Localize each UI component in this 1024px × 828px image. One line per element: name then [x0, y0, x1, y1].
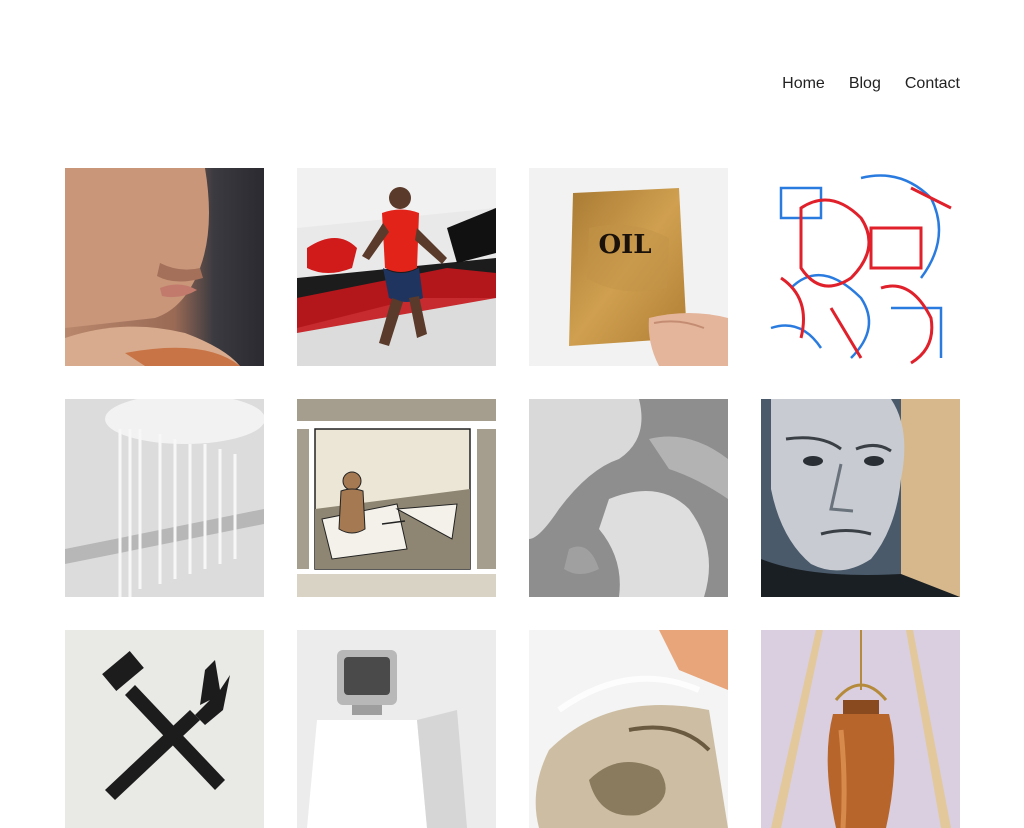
rods-sculpture-thumbnail [65, 399, 264, 597]
line-drawing-thumbnail [761, 168, 960, 366]
oil-title-text: OIL [598, 230, 651, 260]
gallery-tile-plastic-bag[interactable] [529, 630, 728, 828]
comic-panel-thumbnail [297, 399, 496, 597]
oil-booklet-thumbnail: OIL [529, 168, 728, 366]
nav-blog-link[interactable]: Blog [849, 74, 881, 94]
gallery-tile-comic-panel[interactable] [297, 399, 496, 597]
tv-pedestal-thumbnail [297, 630, 496, 828]
gallery-tile-line-drawing[interactable] [761, 168, 960, 366]
gallery-tile-man-portrait[interactable] [761, 399, 960, 597]
gallery-tile-tv-pedestal[interactable] [297, 630, 496, 828]
gallery-tile-copper-lantern[interactable] [761, 630, 960, 828]
gallery-tile-oil-booklet[interactable]: OIL [529, 168, 728, 366]
face-painting-thumbnail [65, 168, 264, 366]
main-nav: Home Blog Contact [782, 74, 960, 94]
nav-contact-link[interactable]: Contact [905, 74, 960, 94]
copper-lantern-thumbnail [761, 630, 960, 828]
gallery-tile-runner-mural[interactable] [297, 168, 496, 366]
gallery-tile-face-painting[interactable] [65, 168, 264, 366]
crossed-tools-thumbnail [65, 630, 264, 828]
man-portrait-thumbnail [761, 399, 960, 597]
runner-mural-thumbnail [297, 168, 496, 366]
nav-home-link[interactable]: Home [782, 74, 825, 94]
map-painting-thumbnail [529, 399, 728, 597]
gallery-tile-rods-sculpture[interactable] [65, 399, 264, 597]
plastic-bag-thumbnail [529, 630, 728, 828]
gallery-tile-crossed-tools[interactable] [65, 630, 264, 828]
gallery-tile-map-painting[interactable] [529, 399, 728, 597]
gallery-grid: OIL [65, 168, 960, 828]
